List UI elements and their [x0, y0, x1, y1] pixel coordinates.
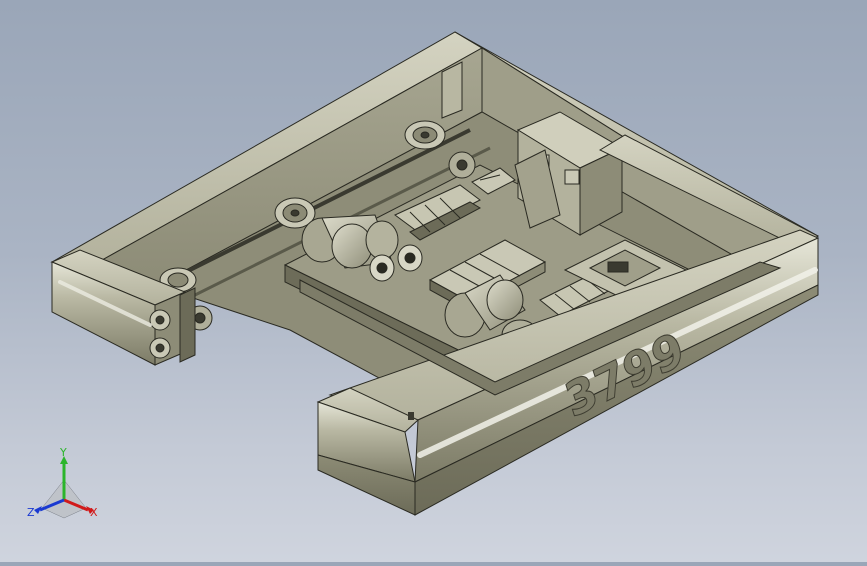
robot-chassis-model: 3799 — [50, 31, 820, 516]
front-axle-bracket — [179, 287, 196, 363]
drive-motor-right — [397, 244, 423, 272]
view-orientation-triad: Y X Z — [24, 446, 104, 523]
y-axis-label: Y — [59, 448, 67, 459]
corner-bracket — [441, 61, 463, 119]
model-viewport[interactable]: 3799 — [0, 0, 867, 562]
x-axis-label: X — [90, 506, 98, 519]
sprocket-rear — [448, 151, 476, 179]
wheel-rear — [404, 120, 446, 150]
z-axis-label: Z — [27, 506, 35, 519]
bumper-bolt — [408, 412, 414, 420]
